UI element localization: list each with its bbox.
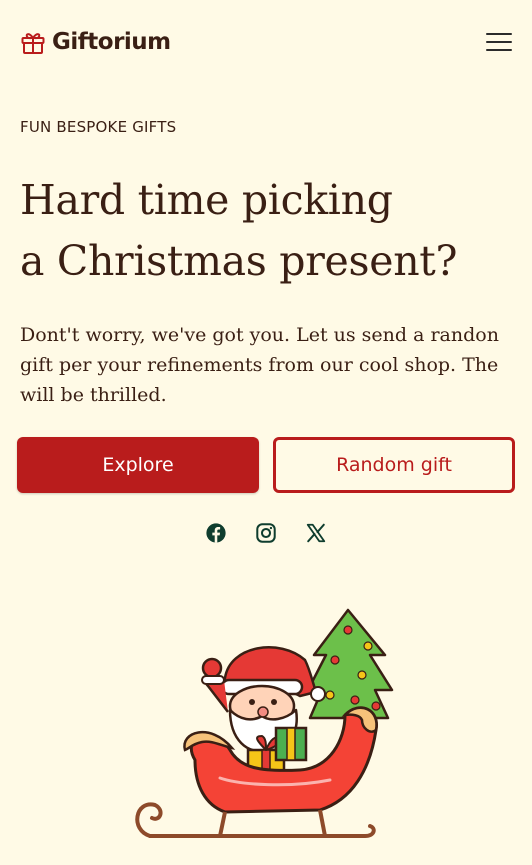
description-line: will be thrilled. (20, 384, 167, 406)
random-gift-button[interactable]: Random gift (273, 437, 515, 493)
headline-line: a Christmas present? (20, 237, 458, 285)
christmas-tree-icon (306, 608, 394, 720)
gift-icon (21, 33, 45, 54)
hero-headline: Hard time picking a Christmas present? (20, 170, 520, 292)
hamburger-menu-icon[interactable] (486, 31, 512, 53)
brand-name: Giftorium (52, 29, 171, 55)
facebook-icon[interactable] (205, 522, 227, 544)
hero-description: Dont't worry, we've got you. Let us send… (20, 320, 520, 410)
santa-in-sleigh-illustration (135, 608, 394, 838)
x-twitter-icon[interactable] (305, 522, 327, 544)
social-links (0, 522, 532, 550)
explore-button[interactable]: Explore (17, 437, 259, 493)
description-line: Dont't worry, we've got you. Let us send… (20, 324, 499, 346)
headline-line: Hard time picking (20, 176, 393, 224)
brand-logo[interactable]: Giftorium (20, 29, 171, 55)
description-line: gift per your refinements from our cool … (20, 354, 499, 376)
instagram-icon[interactable] (255, 522, 277, 544)
hero-eyebrow: FUN BESPOKE GIFTS (20, 118, 177, 136)
site-header: Giftorium (0, 0, 532, 84)
